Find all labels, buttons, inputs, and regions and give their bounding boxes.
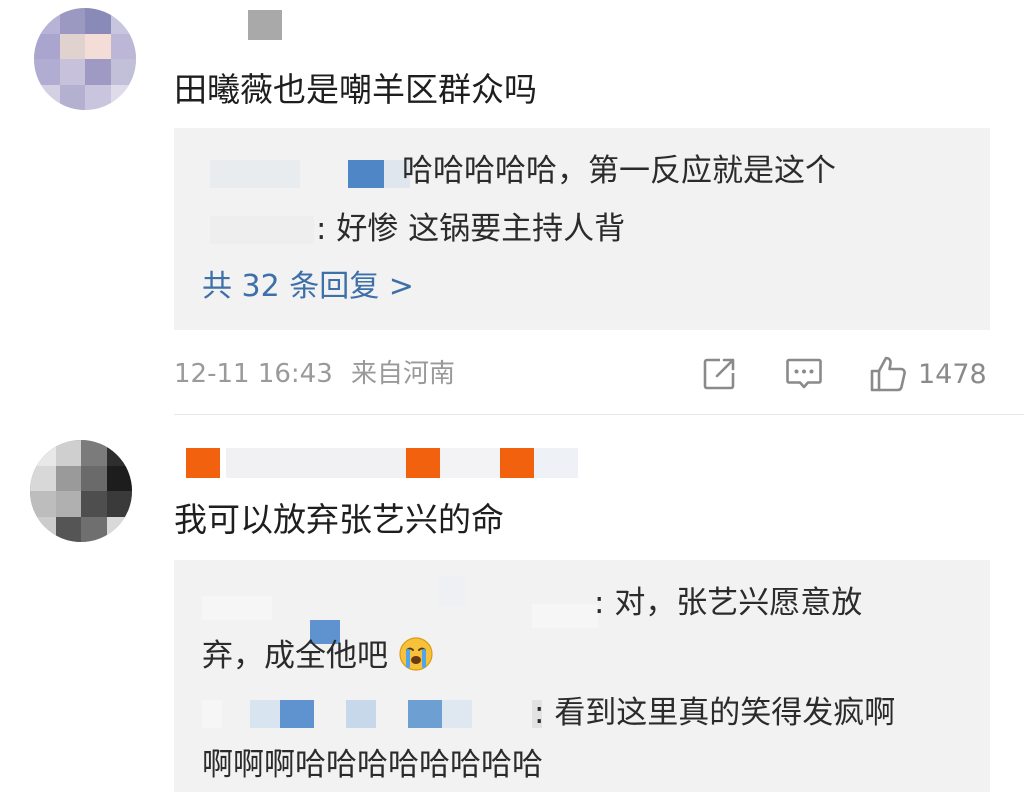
comment-button[interactable] (784, 352, 824, 396)
comment-location: 来自河南 (351, 359, 456, 389)
reply-text: : 看到这里真的笑得发疯啊 (534, 695, 896, 731)
comment-meta: 12-11 16:43 来自河南 (174, 358, 455, 390)
comment-date: 12-11 16:43 (174, 359, 333, 389)
comment-icon (786, 358, 822, 389)
username-redacted[interactable] (248, 10, 288, 40)
comment-text: 我可以放弃张艺兴的命 (174, 500, 504, 539)
reply-username-redacted[interactable] (210, 160, 410, 188)
more-replies-link[interactable]: 共 32 条回复 > (202, 268, 414, 306)
share-button[interactable] (700, 352, 738, 396)
avatar[interactable] (34, 8, 136, 110)
reply-preview-box[interactable]: 哈哈哈哈哈，第一反应就是这个 : 好惨 这锅要主持人背 共 32 条回复 > (174, 128, 990, 330)
reply-text: : 对，张艺兴愿意放 (594, 585, 863, 621)
reply-username-redacted[interactable] (202, 576, 602, 644)
avatar[interactable] (30, 440, 132, 542)
crying-emoji-icon (399, 637, 433, 671)
reply-text: 哈哈哈哈哈，第一反应就是这个 (402, 153, 836, 189)
reply-text-continued: 啊啊啊哈哈哈哈哈哈哈哈 (202, 747, 543, 783)
like-count: 1478 (918, 358, 987, 390)
comment-text: 田曦薇也是嘲羊区群众吗 (174, 70, 537, 109)
reply-preview-box[interactable]: : 对，张艺兴愿意放 弃，成全他吧 : 看到这里真的笑得发疯啊 啊啊啊哈哈哈哈哈… (174, 560, 990, 792)
like-button[interactable]: 1478 (868, 352, 987, 396)
reply-username-redacted[interactable] (210, 216, 320, 244)
thumbs-up-icon (870, 356, 906, 392)
reply-text: : 好惨 这锅要主持人背 (316, 211, 626, 247)
reply-text-continued: 弃，成全他吧 (202, 636, 434, 675)
username-redacted[interactable] (186, 448, 586, 478)
comment-divider (174, 414, 1024, 415)
reply-username-redacted[interactable] (202, 700, 542, 728)
share-icon (703, 358, 735, 390)
